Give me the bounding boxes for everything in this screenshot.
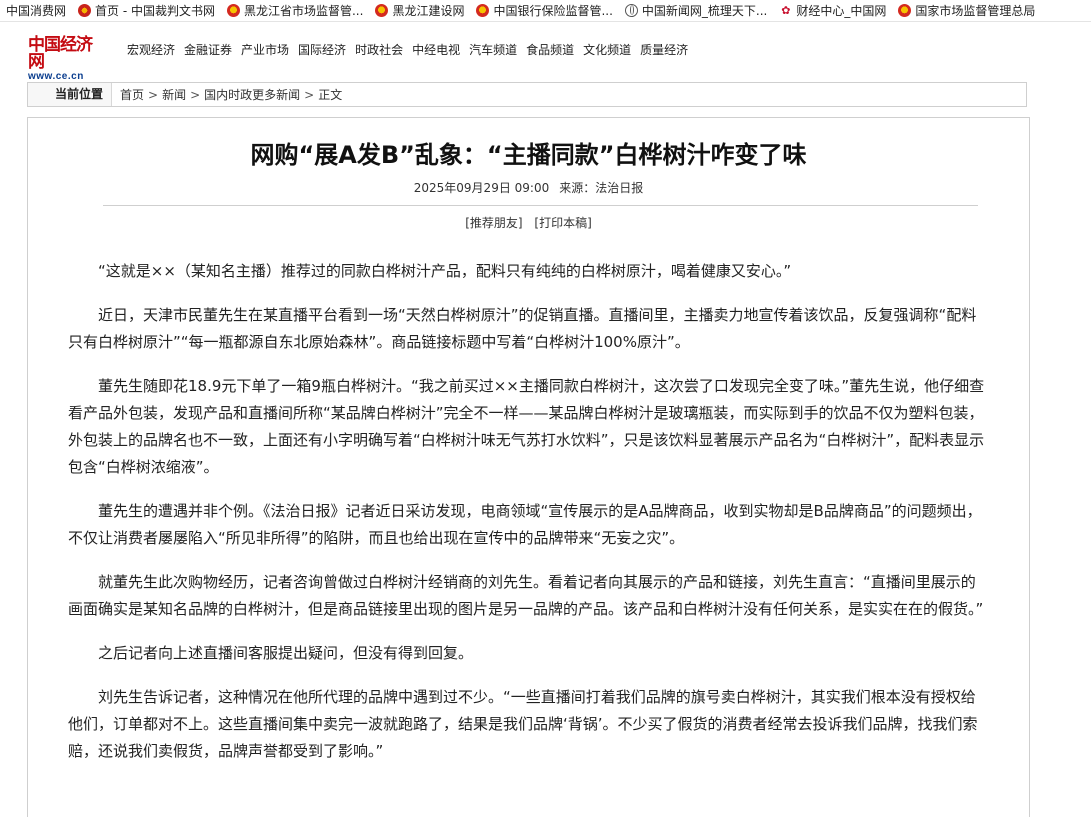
caijing-icon: ✿ — [779, 4, 793, 17]
recommend-link[interactable]: [推荐朋友] — [465, 216, 522, 230]
breadcrumb-separator: > — [148, 88, 159, 102]
nav-item-food[interactable]: 食品频道 — [526, 40, 574, 60]
breadcrumb-label: 当前位置 — [28, 83, 112, 106]
bookmark-label: 中国消费网 — [6, 4, 67, 18]
breadcrumb-news[interactable]: 新闻 — [162, 88, 186, 102]
bookmark-item[interactable]: 中国消费网 — [0, 0, 72, 21]
breadcrumb-trail: 首页 > 新闻 > 国内时政更多新闻 > 正文 — [112, 86, 342, 103]
article-paragraph: 刘先生告诉记者，这种情况在他所代理的品牌中遇到过不少。“一些直播间打着我们品牌的… — [68, 688, 978, 760]
bookmark-item[interactable]: 中国银行保险监督管... — [470, 0, 618, 21]
national-emblem-icon — [226, 4, 240, 17]
court-emblem-icon — [78, 4, 92, 17]
bookmark-item[interactable]: ✿ 财经中心_中国网 — [773, 0, 892, 21]
site-logo[interactable]: 中国经济网 www.ce.cn — [28, 37, 106, 83]
globe-icon — [624, 4, 638, 17]
divider — [103, 205, 978, 206]
article-paragraph: 近日，天津市民董先生在某直播平台看到一场“天然白桦树原汁”的促销直播。直播间里，… — [68, 306, 977, 351]
bookmark-label: 财经中心_中国网 — [796, 4, 887, 18]
breadcrumb-domestic-news[interactable]: 国内时政更多新闻 — [204, 88, 300, 102]
bookmark-item[interactable]: 黑龙江省市场监督管... — [221, 0, 369, 21]
top-nav: 宏观经济 金融证券 产业市场 国际经济 时政社会 中经电视 汽车频道 食品频道 … — [127, 40, 697, 60]
article-title: 网购“展A发B”乱象：“主播同款”白桦树汁咋变了味 — [250, 141, 807, 169]
article-container: 网购“展A发B”乱象：“主播同款”白桦树汁咋变了味 2025年09月29日 09… — [27, 117, 1030, 817]
print-link[interactable]: [打印本稿] — [534, 216, 591, 230]
article-paragraph: 董先生的遭遇并非个例。《法治日报》记者近日采访发现，电商领域“宣传展示的是A品牌… — [68, 502, 982, 547]
logo-url: www.ce.cn — [28, 71, 84, 82]
national-emblem-icon — [476, 4, 490, 17]
bookmarks-bar: 中国消费网 首页 - 中国裁判文书网 黑龙江省市场监督管... 黑龙江建设网 中国银行保… — [0, 0, 1091, 22]
article-body: “这就是××（某知名主播）推荐过的同款白桦树汁产品，配料只有纯纯的白桦树原汁，喝… — [68, 258, 986, 782]
article-tools: [推荐朋友] [打印本稿] — [28, 214, 1029, 231]
nav-item-auto[interactable]: 汽车频道 — [469, 40, 517, 60]
nav-item-finance[interactable]: 金融证券 — [184, 40, 232, 60]
breadcrumb-home[interactable]: 首页 — [120, 88, 144, 102]
bookmark-label: 中国新闻网_梳理天下... — [641, 4, 768, 18]
article-paragraph: 之后记者向上述直播间客服提出疑问，但没有得到回复。 — [98, 644, 474, 662]
article-paragraph: 董先生随即花18.9元下单了一箱9瓶白桦树汁。“我之前买过××主播同款白桦树汁，… — [68, 377, 985, 476]
bookmark-item[interactable]: 国家市场监督管理总局 — [892, 0, 1041, 21]
nav-item-international[interactable]: 国际经济 — [298, 40, 346, 60]
nav-item-politics[interactable]: 时政社会 — [355, 40, 403, 60]
article-meta: 2025年09月29日 09:00 来源：法治日报 — [28, 179, 1029, 196]
article-source: 来源：法治日报 — [559, 181, 644, 195]
national-emblem-icon — [898, 4, 912, 17]
bookmark-label: 中国银行保险监督管... — [493, 4, 613, 18]
nav-item-macro[interactable]: 宏观经济 — [127, 40, 175, 60]
bookmark-item[interactable]: 中国新闻网_梳理天下... — [619, 0, 773, 21]
nav-item-culture[interactable]: 文化频道 — [583, 40, 631, 60]
breadcrumb-current: 正文 — [318, 88, 343, 102]
bookmark-item[interactable]: 黑龙江建设网 — [369, 0, 470, 21]
nav-item-industry[interactable]: 产业市场 — [241, 40, 289, 60]
article-date: 2025年09月29日 09:00 — [413, 181, 550, 195]
nav-item-tv[interactable]: 中经电视 — [412, 40, 460, 60]
bookmark-item[interactable]: 首页 - 中国裁判文书网 — [72, 0, 221, 21]
article-paragraph: 就董先生此次购物经历，记者咨询曾做过白桦树汁经销商的刘先生。看着记者向其展示的产… — [68, 573, 984, 618]
nav-item-quality[interactable]: 质量经济 — [640, 40, 688, 60]
bookmark-label: 国家市场监督管理总局 — [915, 4, 1036, 18]
breadcrumb: 当前位置 首页 > 新闻 > 国内时政更多新闻 > 正文 — [27, 82, 1027, 107]
national-emblem-icon — [375, 4, 389, 17]
breadcrumb-separator: > — [190, 88, 201, 102]
breadcrumb-separator: > — [304, 88, 315, 102]
article-paragraph: “这就是××（某知名主播）推荐过的同款白桦树汁产品，配料只有纯纯的白桦树原汁，喝… — [98, 262, 792, 280]
bookmark-label: 首页 - 中国裁判文书网 — [95, 4, 215, 18]
bookmark-label: 黑龙江省市场监督管... — [243, 4, 364, 18]
logo-text: 中国经济网 — [28, 35, 93, 72]
bookmark-label: 黑龙江建设网 — [392, 4, 465, 18]
